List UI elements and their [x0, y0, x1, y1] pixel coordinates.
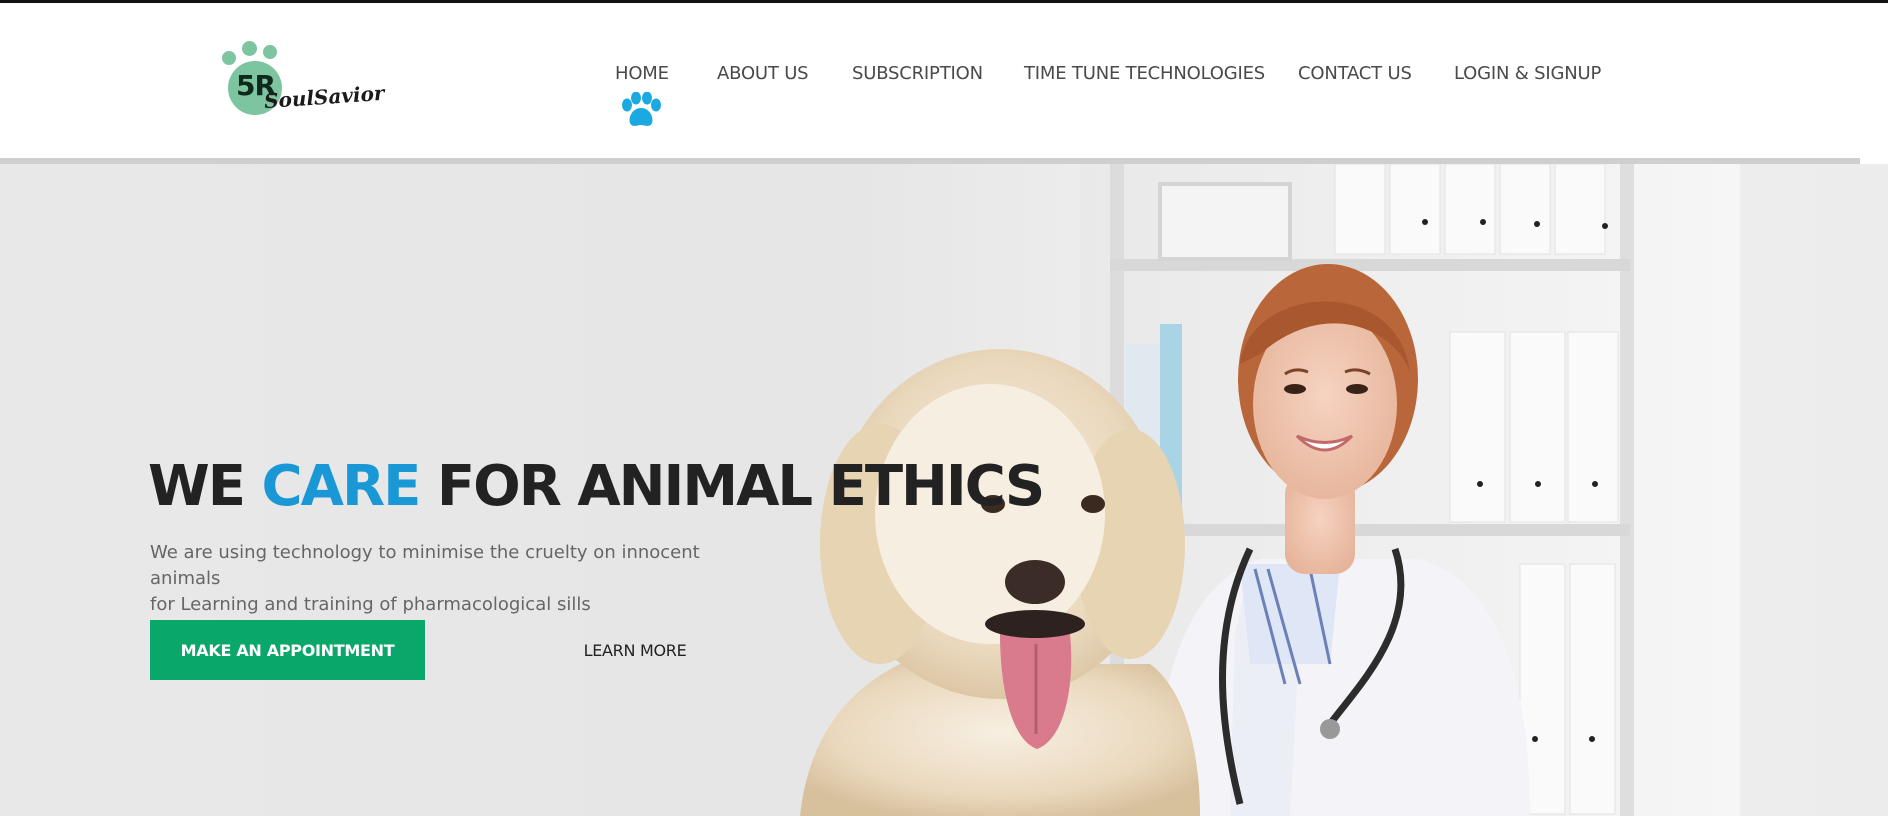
logo-paw-toe [222, 51, 236, 65]
nav-contact-us[interactable]: CONTACT US [1298, 63, 1412, 84]
nav-login-signup[interactable]: LOGIN & SIGNUP [1454, 63, 1601, 84]
hero-banner: WE CARE FOR ANIMAL ETHICS We are using t… [0, 164, 1888, 816]
nav-subscription[interactable]: SUBSCRIPTION [852, 63, 983, 84]
logo-paw-toe [263, 45, 277, 59]
hero-headline: WE CARE FOR ANIMAL ETHICS [148, 454, 1045, 519]
nav-time-tune-technologies[interactable]: TIME TUNE TECHNOLOGIES [1024, 63, 1265, 84]
nav-home[interactable]: HOME [615, 63, 669, 84]
nav-about-us[interactable]: ABOUT US [717, 63, 809, 84]
site-logo[interactable]: 5R SoulSavior [220, 39, 385, 121]
hero-subtext: We are using technology to minimise the … [150, 540, 770, 618]
headline-part2: FOR ANIMAL ETHICS [419, 454, 1045, 519]
learn-more-button[interactable]: LEARN MORE [560, 620, 710, 680]
paw-icon [622, 92, 661, 126]
logo-paw-toe [242, 41, 257, 56]
site-header: 5R SoulSavior HOME ABOUT US SUBSCRIPTION… [0, 3, 1888, 159]
make-appointment-button[interactable]: MAKE AN APPOINTMENT [150, 620, 425, 680]
subtext-line-2: for Learning and training of pharmacolog… [150, 594, 591, 615]
headline-part1: WE [148, 454, 262, 519]
headline-accent: CARE [261, 454, 422, 519]
subtext-line-1: We are using technology to minimise the … [150, 542, 700, 589]
